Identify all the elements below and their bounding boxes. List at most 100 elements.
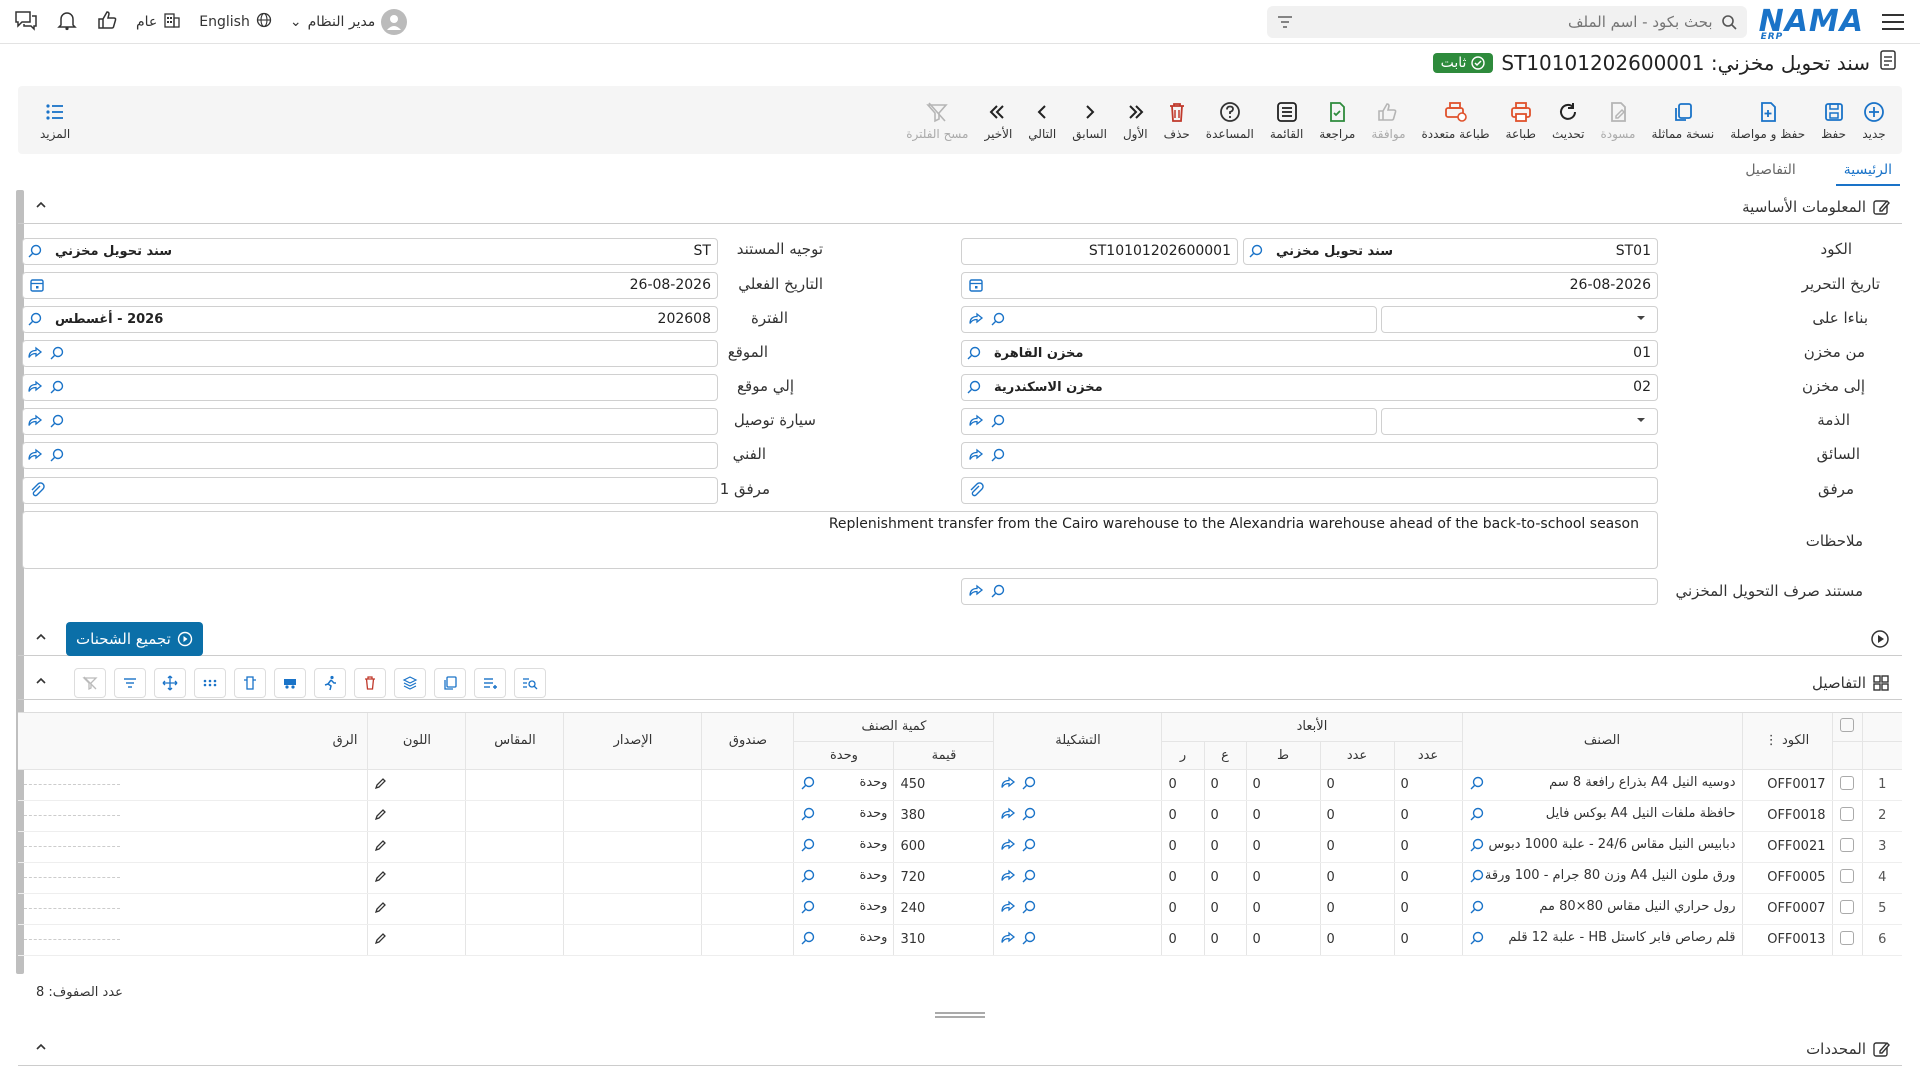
table-row[interactable]: 3 OFF0021 دبابيس النيل مقاس 24/6 - علبة 10… bbox=[18, 831, 1902, 863]
cell-code[interactable]: OFF0007 bbox=[1741, 893, 1832, 925]
lookup-icon[interactable] bbox=[800, 930, 816, 950]
cell-value[interactable]: 310 bbox=[893, 924, 994, 956]
last-button[interactable]: الأخير bbox=[976, 86, 1020, 154]
next-button[interactable]: التالي bbox=[1020, 86, 1064, 154]
cell-serial[interactable] bbox=[18, 800, 368, 832]
row-checkbox[interactable] bbox=[1831, 893, 1862, 925]
cell-radius[interactable]: 0 bbox=[1161, 800, 1204, 832]
table-row[interactable]: 4 OFF0005 ورق ملون النيل A4 وزن 80 جرام - … bbox=[18, 862, 1902, 894]
group-shipments-button[interactable]: تجميع الشحنات bbox=[66, 622, 203, 656]
cell-unit[interactable]: وحدة bbox=[793, 862, 894, 894]
cell-box[interactable] bbox=[701, 862, 794, 894]
cell-width[interactable]: 0 bbox=[1203, 800, 1246, 832]
code-number-field[interactable]: ST10101202600001 bbox=[961, 238, 1238, 265]
cell-count1[interactable]: 0 bbox=[1393, 862, 1462, 894]
col-serial-header[interactable]: الرق bbox=[18, 713, 368, 770]
cell-box[interactable] bbox=[701, 831, 794, 863]
cell-value[interactable]: 240 bbox=[893, 893, 994, 925]
edit-date-field[interactable]: 26-08-2026 bbox=[961, 272, 1658, 299]
cell-serial[interactable] bbox=[18, 924, 368, 956]
cell-item[interactable]: دوسيه النيل A4 بذراع رافعة 8 سم bbox=[1461, 769, 1742, 801]
cell-length[interactable]: 0 bbox=[1245, 862, 1320, 894]
cell-unit[interactable]: وحدة bbox=[793, 800, 894, 832]
pen-icon[interactable] bbox=[374, 808, 388, 825]
cell-width[interactable]: 0 bbox=[1203, 924, 1246, 956]
cell-item[interactable]: رول حراري النيل مقاس 80×80 مم bbox=[1461, 893, 1742, 925]
config-lookup-icons[interactable] bbox=[1000, 775, 1036, 795]
col-length-header[interactable]: ط bbox=[1245, 741, 1320, 770]
cell-color[interactable] bbox=[367, 924, 466, 956]
cell-code[interactable]: OFF0013 bbox=[1741, 924, 1832, 956]
move-icon[interactable] bbox=[154, 668, 186, 698]
pen-icon[interactable] bbox=[374, 901, 388, 918]
period-field[interactable]: 202608 2026 - أغسطس bbox=[22, 306, 718, 333]
cell-width[interactable]: 0 bbox=[1203, 893, 1246, 925]
lookup-icon[interactable] bbox=[800, 837, 816, 857]
code-field[interactable]: ST01 سند تحويل مخزني bbox=[1243, 238, 1658, 265]
table-row[interactable]: 2 OFF0018 حافظة ملفات النيل A4 بوكس فايل 0 0… bbox=[18, 800, 1902, 832]
layers-icon[interactable] bbox=[394, 668, 426, 698]
cell-box[interactable] bbox=[701, 893, 794, 925]
multi-print-button[interactable]: طباعة متعددة bbox=[1414, 86, 1498, 154]
cell-serial[interactable] bbox=[18, 831, 368, 863]
cell-count1[interactable]: 0 bbox=[1393, 924, 1462, 956]
determinants-header[interactable]: المحددات bbox=[18, 1032, 1902, 1066]
print-button[interactable]: طباعة bbox=[1498, 86, 1544, 154]
search-list-icon[interactable] bbox=[514, 668, 546, 698]
cell-box[interactable] bbox=[701, 924, 794, 956]
cell-config[interactable] bbox=[993, 924, 1162, 956]
col-radius-header[interactable]: ر bbox=[1161, 741, 1204, 770]
lookup-icons[interactable] bbox=[968, 311, 1006, 327]
cell-code[interactable]: OFF0005 bbox=[1741, 862, 1832, 894]
paperclip-icon[interactable] bbox=[968, 482, 984, 498]
user-menu[interactable]: مدير النظام ⌄ bbox=[290, 9, 408, 35]
cell-box[interactable] bbox=[701, 800, 794, 832]
pen-icon[interactable] bbox=[374, 777, 388, 794]
cell-value[interactable]: 720 bbox=[893, 862, 994, 894]
cell-value[interactable]: 380 bbox=[893, 800, 994, 832]
cell-config[interactable] bbox=[993, 769, 1162, 801]
review-button[interactable]: مراجعة bbox=[1311, 86, 1363, 154]
cell-radius[interactable]: 0 bbox=[1161, 924, 1204, 956]
cell-width[interactable]: 0 bbox=[1203, 769, 1246, 801]
previous-button[interactable]: السابق bbox=[1064, 86, 1115, 154]
cell-serial[interactable] bbox=[18, 769, 368, 801]
cell-length[interactable]: 0 bbox=[1245, 924, 1320, 956]
cell-item[interactable]: قلم رصاص فابر كاستل HB - علبة 12 قلم bbox=[1461, 924, 1742, 956]
cell-length[interactable]: 0 bbox=[1245, 831, 1320, 863]
table-row[interactable]: 1 OFF0017 دوسيه النيل A4 بذراع رافعة 8 سم 0… bbox=[18, 769, 1902, 801]
row-checkbox[interactable] bbox=[1831, 769, 1862, 801]
lookup-icons[interactable] bbox=[968, 447, 1006, 463]
cell-color[interactable] bbox=[367, 893, 466, 925]
tab-details[interactable]: التفاصيل bbox=[1737, 158, 1803, 186]
col-color-header[interactable]: اللون bbox=[367, 713, 466, 770]
cell-value[interactable]: 450 bbox=[893, 769, 994, 801]
col-box-header[interactable]: صندوق bbox=[701, 713, 794, 770]
cell-unit[interactable]: وحدة bbox=[793, 769, 894, 801]
cell-value[interactable]: 600 bbox=[893, 831, 994, 863]
cell-count1[interactable]: 0 bbox=[1393, 769, 1462, 801]
lookup-icons[interactable] bbox=[968, 413, 1006, 429]
col-size-header[interactable]: المقاس bbox=[465, 713, 564, 770]
col-item-header[interactable]: الصنف bbox=[1461, 713, 1742, 770]
col-count1-header[interactable]: عدد bbox=[1393, 741, 1462, 770]
doc-direction-field[interactable]: ST سند تحويل مخزني bbox=[22, 238, 718, 265]
lookup-icons[interactable] bbox=[968, 583, 1006, 599]
cell-radius[interactable]: 0 bbox=[1161, 769, 1204, 801]
calendar-icon[interactable] bbox=[968, 277, 984, 293]
col-value-header[interactable]: قيمة bbox=[893, 741, 994, 770]
basic-info-header[interactable]: المعلومات الأساسية bbox=[18, 190, 1902, 224]
lookup-icon[interactable] bbox=[800, 775, 816, 795]
cell-box[interactable] bbox=[701, 769, 794, 801]
lookup-icon[interactable] bbox=[1248, 243, 1264, 259]
cell-size[interactable] bbox=[465, 831, 564, 863]
attachment-field[interactable] bbox=[961, 477, 1658, 504]
technician-field[interactable] bbox=[22, 442, 718, 469]
to-store-field[interactable]: 02 مخزن الاسكندرية bbox=[961, 374, 1658, 401]
scope-switch[interactable]: عام bbox=[136, 11, 181, 33]
cell-code[interactable]: OFF0021 bbox=[1741, 831, 1832, 863]
row-checkbox[interactable] bbox=[1831, 831, 1862, 863]
lookup-icons[interactable] bbox=[27, 447, 65, 463]
cell-config[interactable] bbox=[993, 800, 1162, 832]
lookup-icon[interactable] bbox=[1469, 899, 1485, 919]
